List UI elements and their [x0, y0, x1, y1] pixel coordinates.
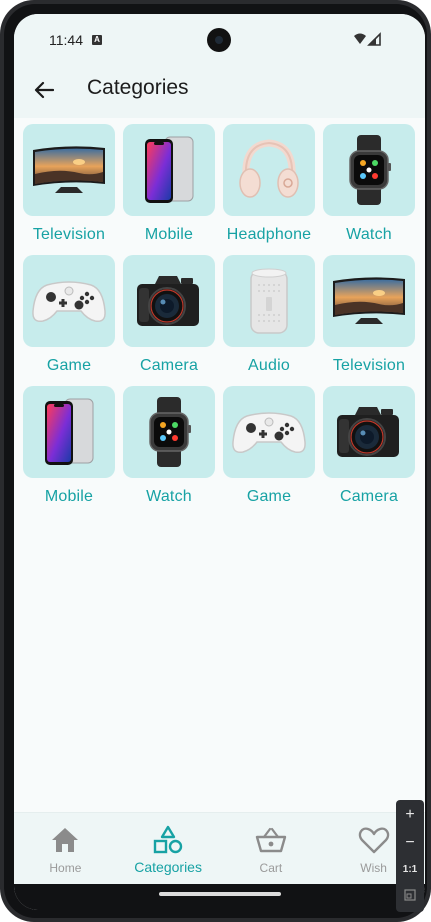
category-card[interactable]: Camera — [323, 386, 415, 509]
arrow-left-icon — [34, 81, 54, 99]
television-image — [323, 255, 415, 347]
category-card[interactable]: Watch — [123, 386, 215, 509]
heart-icon — [358, 825, 390, 855]
back-button[interactable] — [28, 74, 60, 106]
basket-icon — [255, 825, 287, 855]
categories-grid: Television Mobile Headphone Watch Game C… — [23, 124, 416, 509]
smartwatch-image — [123, 386, 215, 478]
television-image — [23, 124, 115, 216]
category-label: Mobile — [44, 488, 94, 505]
gesture-area — [14, 884, 425, 910]
front-camera — [207, 28, 231, 52]
wifi-signal-icon — [354, 32, 381, 46]
fit-screen-icon — [404, 889, 416, 901]
fit-screen-button[interactable] — [396, 882, 424, 908]
device-screen: 11:44 A Categories Television Mobile Hea… — [14, 14, 425, 910]
zoom-out-button[interactable]: − — [396, 830, 424, 856]
nav-cart[interactable]: Cart — [220, 813, 323, 884]
smartwatch-image — [323, 124, 415, 216]
device-bezel: 11:44 A Categories Television Mobile Hea… — [4, 4, 427, 918]
category-label: Game — [246, 488, 292, 505]
category-label: Camera — [339, 488, 399, 505]
nav-home[interactable]: Home — [14, 813, 117, 884]
category-card[interactable]: Game — [223, 386, 315, 509]
category-card[interactable]: Mobile — [23, 386, 115, 509]
category-label: Audio — [248, 357, 290, 374]
emulator-side-toolbar: + − 1:1 — [396, 800, 424, 912]
camera-image — [323, 386, 415, 478]
actual-size-button[interactable]: 1:1 — [396, 856, 424, 882]
category-label: Headphone — [226, 226, 312, 243]
home-icon — [49, 825, 81, 855]
category-label: Camera — [139, 357, 199, 374]
gesture-handle[interactable] — [159, 892, 281, 896]
page-title: Categories — [87, 76, 189, 99]
app-bar: Categories — [14, 62, 425, 118]
zoom-in-button[interactable]: + — [396, 802, 424, 828]
category-card[interactable]: Television — [323, 255, 415, 378]
category-card[interactable]: Game — [23, 255, 115, 378]
category-label: Mobile — [144, 226, 194, 243]
speaker-image — [223, 255, 315, 347]
bottom-navigation: Home Categories Cart Wish — [14, 812, 425, 884]
category-label: Television — [332, 357, 406, 374]
category-label: Television — [32, 226, 106, 243]
category-card[interactable]: Watch — [323, 124, 415, 247]
category-label: Watch — [146, 488, 192, 505]
camera-image — [123, 255, 215, 347]
status-time: 11:44 — [49, 32, 83, 48]
mobile-phone-image — [23, 386, 115, 478]
categories-icon — [152, 825, 184, 855]
nav-home-label: Home — [49, 861, 82, 875]
headphone-image — [223, 124, 315, 216]
category-card[interactable]: Audio — [223, 255, 315, 378]
nav-categories-label: Categories — [134, 859, 202, 875]
status-bar: 11:44 A — [14, 14, 425, 62]
category-card[interactable]: Headphone — [223, 124, 315, 247]
category-label: Game — [46, 357, 92, 374]
category-card[interactable]: Camera — [123, 255, 215, 378]
game-controller-image — [223, 386, 315, 478]
nav-cart-label: Cart — [259, 861, 283, 875]
category-card[interactable]: Television — [23, 124, 115, 247]
category-card[interactable]: Mobile — [123, 124, 215, 247]
category-label: Watch — [346, 226, 392, 243]
mobile-phone-image — [123, 124, 215, 216]
game-controller-image — [23, 255, 115, 347]
nav-categories[interactable]: Categories — [117, 813, 220, 884]
nav-wish-label: Wish — [360, 861, 387, 875]
notification-a-icon: A — [92, 35, 102, 45]
device-frame: 11:44 A Categories Television Mobile Hea… — [0, 0, 431, 922]
